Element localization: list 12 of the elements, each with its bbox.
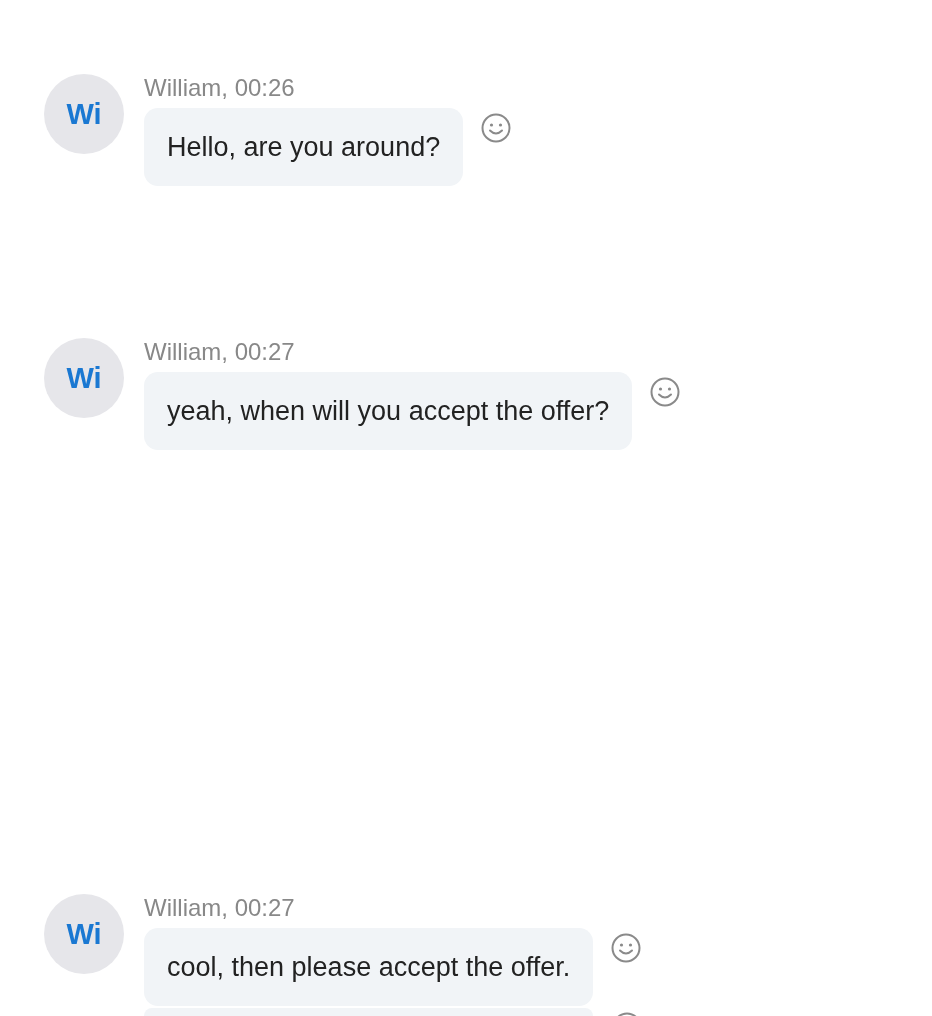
smiley-icon[interactable] (611, 933, 642, 963)
sender-time: William, 00:26 (144, 74, 295, 102)
smiley-icon[interactable] (650, 377, 681, 407)
avatar: Wi (44, 338, 124, 418)
message-bubble: yeah, when will you accept the offer? (144, 372, 633, 450)
avatar: Wi (44, 894, 124, 974)
smiley-icon[interactable] (481, 113, 512, 143)
message-bubble: cool, then please accept the offer. (144, 928, 594, 1006)
avatar: Wi (44, 74, 124, 154)
sender-time: William, 00:27 (144, 338, 295, 366)
sender-time: William, 00:27 (144, 894, 295, 922)
message-bubble: Hello, are you around? (144, 108, 464, 186)
